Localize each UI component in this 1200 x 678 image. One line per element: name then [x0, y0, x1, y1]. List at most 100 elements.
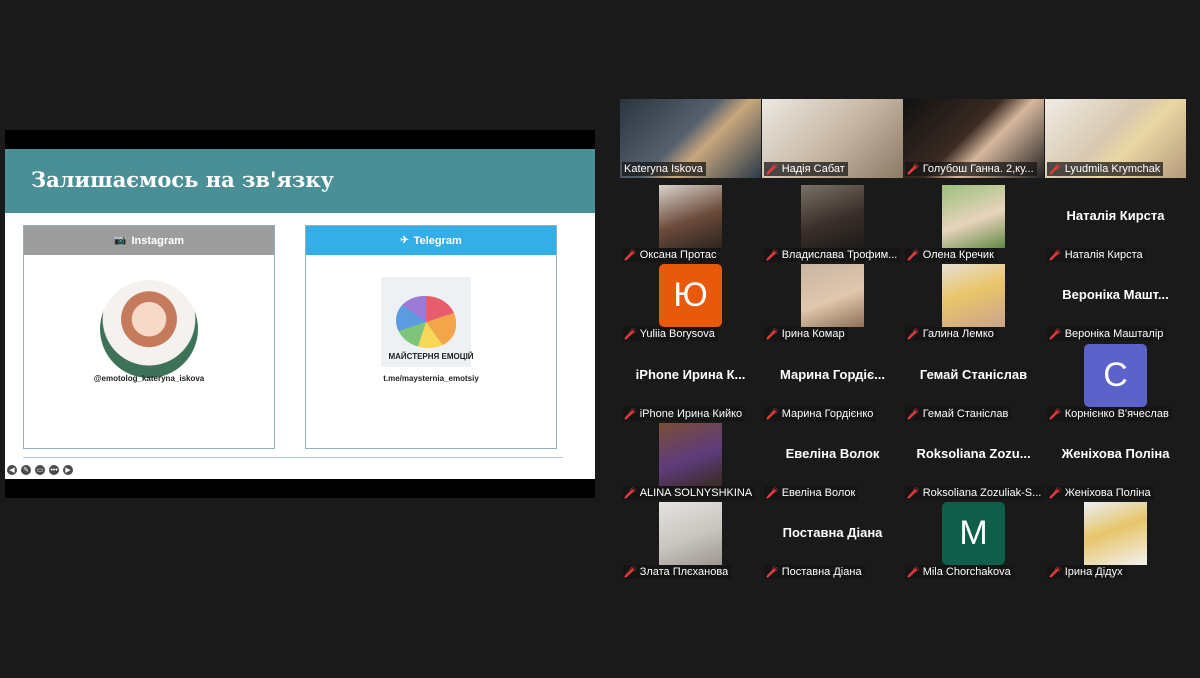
- telegram-channel-name: МАЙСТЕРНЯ ЕМОЦІЙ: [388, 352, 474, 361]
- participant-initial-avatar: Ю: [659, 264, 722, 327]
- muted-microphone-icon: 🎤︎: [907, 328, 920, 340]
- participant-name: Roksoliana Zozuliak-S...: [922, 487, 1042, 499]
- brain-logo-icon: [396, 296, 456, 348]
- participant-name: Гемай Станіслав: [922, 408, 1009, 420]
- participant-display-name: Евеліна Волок: [785, 446, 880, 461]
- slides-overview-icon[interactable]: ▭: [35, 465, 45, 475]
- muted-microphone-icon: 🎤︎: [766, 487, 779, 499]
- instagram-card: 📷 Instagram @emotolog_kateryna_iskova: [23, 225, 275, 449]
- participant-tile[interactable]: Женіхова Поліна 🎤︎ Женіхова Поліна: [1045, 423, 1186, 502]
- participant-name: Yuliia Borysova: [639, 328, 715, 340]
- participant-tile[interactable]: 🎤︎ Надія Сабат: [762, 99, 903, 178]
- participant-tile[interactable]: 🎤︎ Ірина Дідух: [1045, 502, 1186, 581]
- participant-display-name: Roksoliana Zozu...: [916, 446, 1031, 461]
- instagram-profile-photo: [100, 280, 198, 378]
- participant-initial-avatar: C: [1084, 344, 1147, 407]
- participant-name-label: 🎤︎ Оксана Протас: [622, 248, 720, 262]
- participant-avatar: [942, 185, 1005, 248]
- participant-tile[interactable]: Евеліна Волок 🎤︎ Евеліна Волок: [762, 423, 903, 502]
- participant-name-label: 🎤︎ Гемай Станіслав: [905, 407, 1012, 421]
- muted-microphone-icon: 🎤︎: [907, 163, 920, 175]
- participant-display-name: Женіхова Поліна: [1061, 446, 1170, 461]
- muted-microphone-icon: 🎤︎: [624, 408, 637, 420]
- participant-name-label: 🎤︎ Марина Гордієнко: [764, 407, 877, 421]
- participant-name: Поставна Діана: [781, 566, 862, 578]
- participant-tile[interactable]: Наталія Кирста 🎤︎ Наталія Кирста: [1045, 185, 1186, 264]
- next-slide-icon[interactable]: ▶: [63, 465, 73, 475]
- participant-display-name: Наталія Кирста: [1066, 208, 1165, 223]
- muted-microphone-icon: 🎤︎: [1049, 163, 1062, 175]
- participant-name: ALINA SOLNYSHKINA: [639, 487, 753, 499]
- participant-tile[interactable]: M 🎤︎ Mila Chorchakova: [903, 502, 1044, 581]
- participant-tile[interactable]: Kateryna Iskova: [620, 99, 761, 178]
- participant-name-label: 🎤︎ ALINA SOLNYSHKINA: [622, 486, 756, 500]
- slide-toolbar: ◀ ✎ ▭ ••• ▶: [7, 465, 73, 475]
- participant-tile[interactable]: 🎤︎ ALINA SOLNYSHKINA: [620, 423, 761, 502]
- participant-name-label: 🎤︎ Наталія Кирста: [1047, 248, 1146, 262]
- participant-name-label: 🎤︎ Владислава Трофим...: [764, 248, 901, 262]
- participant-name-label: 🎤︎ Женіхова Поліна: [1047, 486, 1154, 500]
- pen-icon[interactable]: ✎: [21, 465, 31, 475]
- participant-tile[interactable]: C 🎤︎ Корнієнко В'ячеслав: [1045, 344, 1186, 423]
- participant-tile[interactable]: Вероніка Машт... 🎤︎ Вероніка Машталір: [1045, 264, 1186, 343]
- more-options-icon[interactable]: •••: [49, 465, 59, 475]
- camera-icon: 📷: [113, 235, 127, 246]
- slide-header: Залишаємось на зв'язку: [5, 149, 595, 213]
- participant-name-label: 🎤︎ Lyudmila Krymchak: [1047, 162, 1164, 176]
- participant-tile[interactable]: 🎤︎ Злата Плєханова: [620, 502, 761, 581]
- participant-tile[interactable]: Марина Гордіє... 🎤︎ Марина Гордієнко: [762, 344, 903, 423]
- participant-name: Злата Плєханова: [639, 566, 729, 578]
- participant-name-label: 🎤︎ Евеліна Волок: [764, 486, 859, 500]
- muted-microphone-icon: 🎤︎: [1049, 408, 1062, 420]
- participant-name-label: 🎤︎ Галина Лемко: [905, 327, 997, 341]
- muted-microphone-icon: 🎤︎: [766, 163, 779, 175]
- participant-avatar: [659, 185, 722, 248]
- participant-avatar: [659, 502, 722, 565]
- muted-microphone-icon: 🎤︎: [1049, 566, 1062, 578]
- participant-name-label: 🎤︎ iPhone Ирина Кийко: [622, 407, 746, 421]
- participant-tile[interactable]: Ю 🎤︎ Yuliia Borysova: [620, 264, 761, 343]
- participant-name: Lyudmila Krymchak: [1064, 163, 1161, 175]
- participant-tile[interactable]: 🎤︎ Владислава Трофим...: [762, 185, 903, 264]
- telegram-label: Telegram: [413, 234, 462, 247]
- participant-name-label: 🎤︎ Злата Плєханова: [622, 565, 732, 579]
- participant-avatar: [1084, 502, 1147, 565]
- participant-name: Голубош Ганна. 2,ку...: [922, 163, 1034, 175]
- participant-name: Галина Лемко: [922, 328, 994, 340]
- instagram-handle: @emotolog_kateryna_iskova: [93, 374, 205, 383]
- muted-microphone-icon: 🎤︎: [907, 249, 920, 261]
- participant-tile[interactable]: iPhone Ирина К... 🎤︎ iPhone Ирина Кийко: [620, 344, 761, 423]
- participant-display-name: Марина Гордіє...: [779, 367, 885, 382]
- participant-tile[interactable]: Поставна Діана 🎤︎ Поставна Діана: [762, 502, 903, 581]
- participant-tile[interactable]: 🎤︎ Ірина Комар: [762, 264, 903, 343]
- participant-tile[interactable]: Гемай Станіслав 🎤︎ Гемай Станіслав: [903, 344, 1044, 423]
- muted-microphone-icon: 🎤︎: [624, 328, 637, 340]
- previous-slide-icon[interactable]: ◀: [7, 465, 17, 475]
- participant-name: Олена Кречик: [922, 249, 994, 261]
- send-icon: ✈: [400, 235, 409, 246]
- participant-tile[interactable]: 🎤︎ Олена Кречик: [903, 185, 1044, 264]
- participant-tile[interactable]: 🎤︎ Голубош Ганна. 2,ку...: [903, 99, 1044, 178]
- participant-display-name: Гемай Станіслав: [919, 367, 1028, 382]
- participant-name-label: 🎤︎ Вероніка Машталір: [1047, 327, 1167, 341]
- telegram-card: ✈ Telegram МАЙСТЕРНЯ ЕМОЦІЙ t.me/mayster…: [305, 225, 557, 449]
- participant-name: Mila Chorchakova: [922, 566, 1011, 578]
- participant-tile[interactable]: 🎤︎ Lyudmila Krymchak: [1045, 99, 1186, 178]
- participant-tile[interactable]: 🎤︎ Галина Лемко: [903, 264, 1044, 343]
- participant-name-label: 🎤︎ Олена Кречик: [905, 248, 997, 262]
- participant-tile[interactable]: 🎤︎ Оксана Протас: [620, 185, 761, 264]
- participant-name: Надія Сабат: [781, 163, 845, 175]
- participant-name: iPhone Ирина Кийко: [639, 408, 743, 420]
- participant-name: Женіхова Поліна: [1064, 487, 1151, 499]
- participant-name-label: 🎤︎ Mila Chorchakova: [905, 565, 1014, 579]
- participant-name: Корнієнко В'ячеслав: [1064, 408, 1169, 420]
- participant-name-label: 🎤︎ Ірина Комар: [764, 327, 848, 341]
- participant-name-label: 🎤︎ Yuliia Borysova: [622, 327, 718, 341]
- muted-microphone-icon: 🎤︎: [907, 408, 920, 420]
- muted-microphone-icon: 🎤︎: [766, 408, 779, 420]
- participant-avatar: [659, 423, 722, 486]
- participant-name: Оксана Протас: [639, 249, 717, 261]
- muted-microphone-icon: 🎤︎: [766, 566, 779, 578]
- participant-tile[interactable]: Roksoliana Zozu... 🎤︎ Roksoliana Zozuliak-…: [903, 423, 1044, 502]
- participant-name-label: Kateryna Iskova: [622, 162, 706, 176]
